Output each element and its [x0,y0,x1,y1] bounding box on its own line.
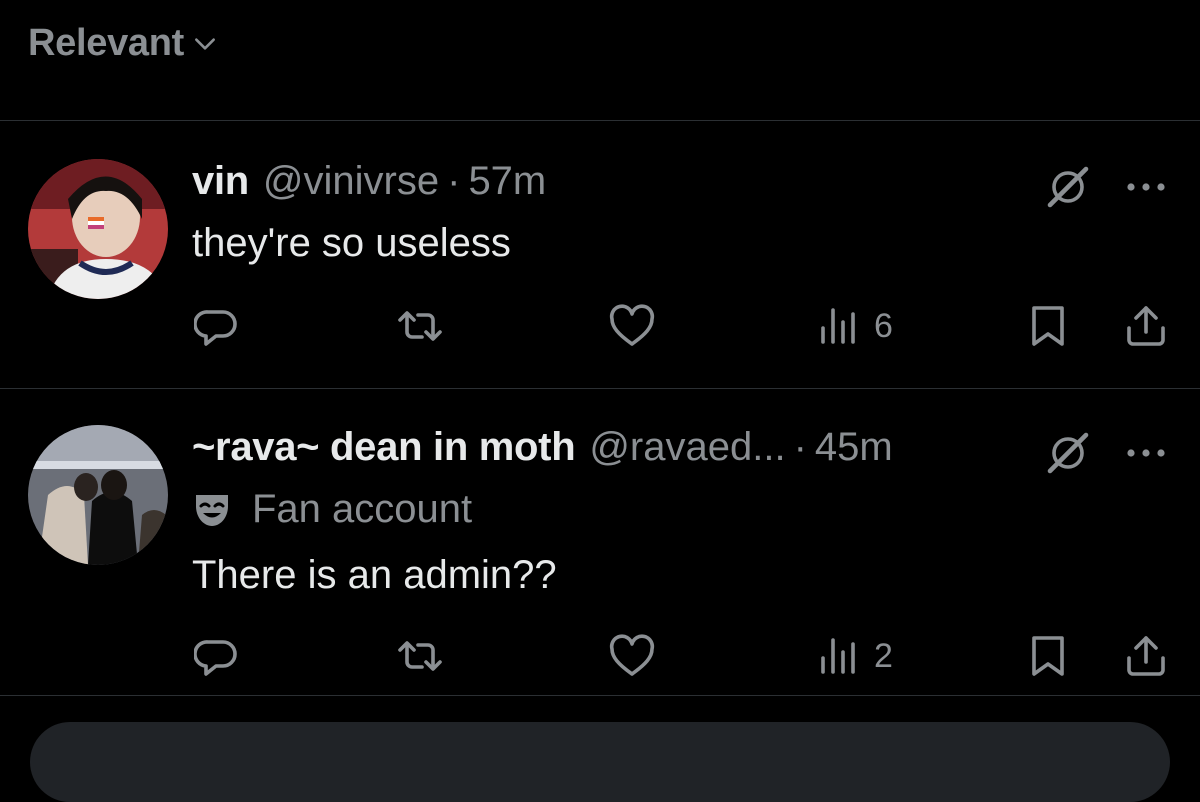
grok-icon[interactable] [1046,431,1090,475]
tweet-top-actions [1046,165,1166,209]
views-button[interactable]: 2 [818,634,893,678]
reply-icon [194,640,237,676]
share-button[interactable] [1124,304,1168,348]
more-options-icon[interactable] [1126,180,1166,194]
reply-tweet[interactable]: ~rava~ dean in moth @ravaed... · 45m Fan… [0,389,1200,695]
avatar[interactable] [28,159,168,299]
tweet-text: There is an admin?? [192,553,557,597]
reply-icon [194,310,237,346]
heart-icon [609,634,655,676]
divider [0,695,1200,696]
badge-label: Fan account [252,487,473,531]
share-icon [1127,306,1165,346]
views-button[interactable]: 6 [818,304,893,348]
fan-account-badge: Fan account [192,487,472,532]
timestamp[interactable]: 57m [468,159,546,204]
tweet-top-actions [1046,431,1166,475]
heart-icon [609,304,655,346]
grok-icon[interactable] [1046,165,1090,209]
retweet-button[interactable] [396,304,444,348]
views-count: 6 [874,306,893,345]
retweet-icon [398,641,442,671]
separator-dot: · [793,425,807,469]
display-name[interactable]: vin [192,159,249,204]
like-button[interactable] [608,304,656,348]
avatar[interactable] [28,425,168,565]
theater-mask-icon [196,494,228,526]
timestamp[interactable]: 45m [815,425,893,470]
bookmark-icon [1032,306,1064,346]
more-options-icon[interactable] [1126,446,1166,460]
handle[interactable]: @vinivrse [263,159,439,204]
retweet-icon [398,311,442,341]
tweet-header: ~rava~ dean in moth @ravaed... · 45m [192,425,893,470]
separator-dot: · [447,159,461,203]
views-count: 2 [874,636,893,675]
sort-dropdown[interactable]: Relevant [28,22,218,65]
reply-tweet[interactable]: vin @vinivrse · 57m they're so useless 6 [0,121,1200,388]
views-icon [821,638,855,674]
bookmark-button[interactable] [1028,634,1068,678]
display-name[interactable]: ~rava~ dean in moth [192,425,576,470]
views-icon [821,308,855,344]
reply-input-bar[interactable] [30,722,1170,802]
bookmark-icon [1032,636,1064,676]
tweet-header: vin @vinivrse · 57m [192,159,546,204]
retweet-button[interactable] [396,634,444,678]
chevron-down-icon [195,37,215,50]
share-icon [1127,636,1165,676]
bookmark-button[interactable] [1028,304,1068,348]
share-button[interactable] [1124,634,1168,678]
sort-label: Relevant [28,22,185,64]
handle[interactable]: @ravaed... [589,425,785,470]
tweet-text: they're so useless [192,221,511,265]
reply-button[interactable] [194,634,238,678]
like-button[interactable] [608,634,656,678]
reply-button[interactable] [194,304,238,348]
